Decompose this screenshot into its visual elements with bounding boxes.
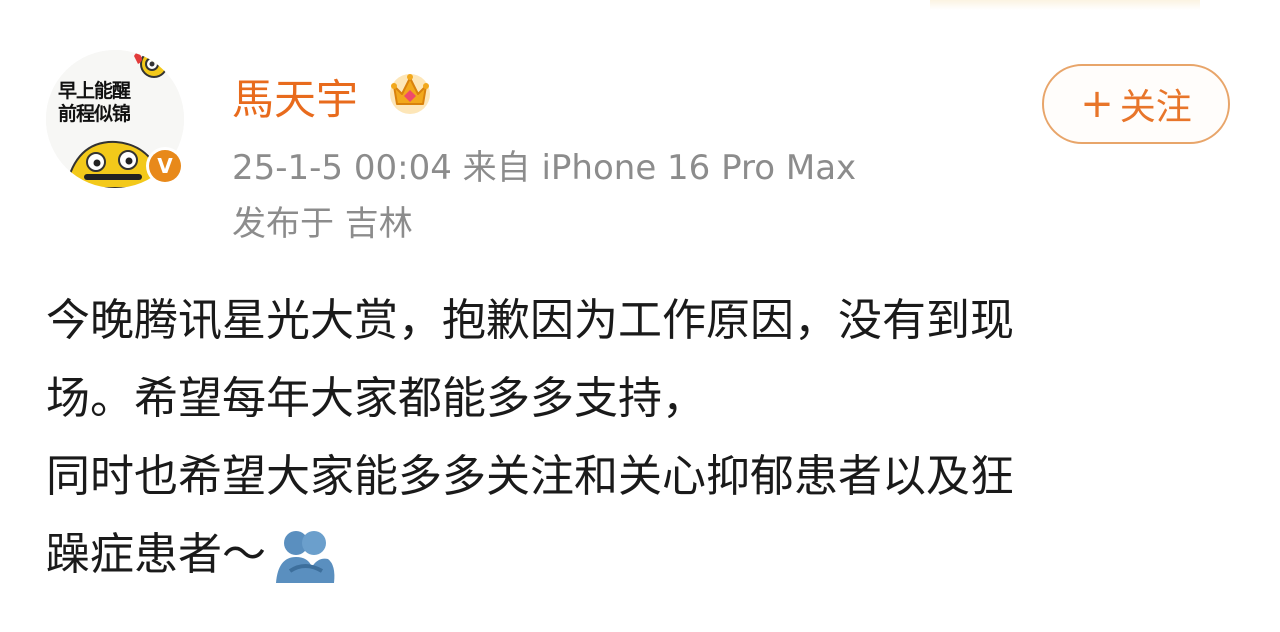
post-line: 同时也希望大家能多多关注和关心抑郁患者以及狂 xyxy=(46,451,1014,502)
post-location: 发布于 吉林 xyxy=(232,204,413,244)
post-line-text: 躁症患者～ xyxy=(46,529,266,580)
post-body: 今晚腾讯星光大赏，抱歉因为工作原因，没有到现 场。希望每年大家都能多多支持， 同… xyxy=(46,282,1246,594)
username[interactable]: 馬天宇 xyxy=(232,66,358,127)
verified-badge: V xyxy=(146,147,184,185)
plus-icon: + xyxy=(1080,81,1114,127)
post-line: 场。希望每年大家都能多多支持， xyxy=(46,373,706,424)
hug-emoji-icon xyxy=(276,531,335,583)
post-line: 今晚腾讯星光大赏，抱歉因为工作原因，没有到现 xyxy=(46,295,1014,346)
follow-button[interactable]: + 关注 xyxy=(1042,64,1230,144)
top-decoration xyxy=(930,0,1200,10)
crown-icon xyxy=(390,74,430,114)
post-meta: 25-1-5 00:04 来自 iPhone 16 Pro Max xyxy=(232,148,857,188)
post-line-last: 躁症患者～ xyxy=(46,516,1246,594)
follow-label: 关注 xyxy=(1119,87,1192,128)
avatar[interactable]: 早上能醒 前程似锦 V xyxy=(46,50,184,188)
verified-icon: V xyxy=(149,150,181,182)
